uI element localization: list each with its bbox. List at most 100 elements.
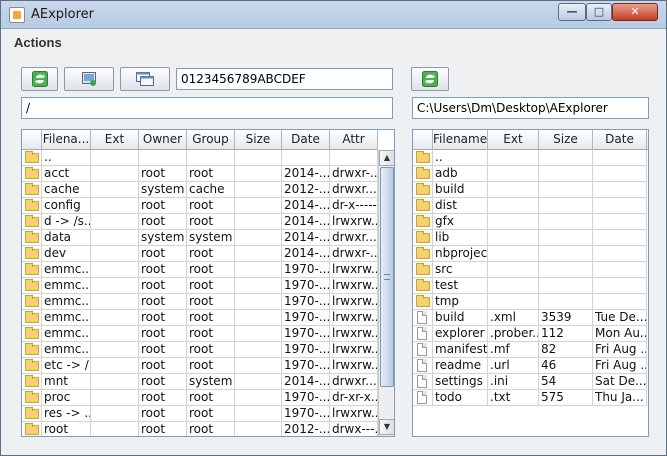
remote-path-input[interactable]: / — [21, 97, 393, 119]
table-row[interactable]: etc -> /... rootroot 1970-...lrwxrw... — [22, 358, 378, 374]
cell-size — [539, 294, 593, 310]
maximize-button[interactable]: □ — [586, 3, 612, 21]
table-row[interactable]: explorer .prober... 112 Mon Au... — [413, 326, 647, 342]
table-row[interactable]: mnt root system 2014-... drwxr... — [22, 374, 378, 390]
minimize-icon: — — [566, 5, 578, 18]
column-header-size[interactable]: Size — [539, 130, 593, 150]
folder-icon — [416, 231, 430, 243]
cell-name: tmp — [433, 294, 488, 310]
column-header-attr[interactable]: Attr — [330, 130, 378, 150]
menu-actions[interactable]: Actions — [14, 35, 62, 50]
vertical-scrollbar[interactable]: ▲ ▼ — [378, 150, 394, 436]
table-row[interactable]: emmc... root root 1970-... lrwxrw... — [22, 278, 378, 294]
table-row[interactable]: build .xml 3539 Tue De... — [413, 310, 647, 326]
icon-cell — [22, 374, 42, 390]
cell-name: emmc... — [42, 278, 91, 294]
cell-attr: drwxr... — [330, 182, 378, 198]
column-header-size[interactable]: Size — [235, 130, 282, 150]
column-header-group[interactable]: Group — [187, 130, 235, 150]
table-row[interactable]: test — [413, 278, 647, 294]
scroll-thumb[interactable] — [380, 167, 394, 387]
cell-date — [593, 166, 647, 182]
icon-cell — [22, 182, 42, 198]
icon-cell — [22, 246, 42, 262]
windows-icon — [136, 72, 154, 86]
close-icon: ✕ — [630, 5, 640, 18]
table-row[interactable]: cache system cache 2012-... drwxr... — [22, 182, 378, 198]
column-header-date[interactable]: Date — [282, 130, 330, 150]
cell-ext — [91, 246, 139, 262]
table-row[interactable]: .. — [413, 150, 647, 166]
icon-cell — [22, 422, 42, 436]
column-header-date[interactable]: Date — [593, 130, 647, 150]
table-row[interactable]: nbproject — [413, 246, 647, 262]
table-row[interactable]: emmc... root root 1970-... lrwxrw... — [22, 342, 378, 358]
cell-size — [235, 262, 282, 278]
table-row[interactable]: .. — [22, 150, 378, 166]
column-header-ext[interactable]: Ext — [91, 130, 139, 150]
cell-owner: root — [139, 358, 187, 374]
column-header-icon[interactable] — [413, 130, 433, 150]
screenshot-button[interactable] — [64, 67, 114, 91]
refresh-local-button[interactable] — [411, 67, 449, 91]
table-row[interactable]: emmc... root root 1970-... lrwxrw... — [22, 294, 378, 310]
cell-group: cache — [187, 182, 235, 198]
table-row[interactable]: dist — [413, 198, 647, 214]
refresh-remote-button[interactable] — [21, 67, 58, 91]
table-row[interactable]: build — [413, 182, 647, 198]
cell-size — [235, 246, 282, 262]
cell-size — [539, 150, 593, 166]
title-bar[interactable]: AExplorer — □ ✕ — [1, 1, 666, 29]
table-row[interactable]: emmc... root root 1970-... lrwxrw... — [22, 310, 378, 326]
cell-size — [235, 198, 282, 214]
table-row[interactable]: acct root root 2014-... drwxr-... — [22, 166, 378, 182]
cell-owner: system — [139, 230, 187, 246]
cell-name: settings — [433, 374, 488, 390]
cell-size — [235, 310, 282, 326]
table-row[interactable]: emmc... root root 1970-... lrwxrw... — [22, 326, 378, 342]
windows-button[interactable] — [120, 67, 170, 91]
table-row[interactable]: dev root root 2014-... drwxr-... — [22, 246, 378, 262]
cell-attr: drwx---... — [332, 422, 378, 436]
cell-date: 2014-... — [282, 374, 330, 390]
column-header-owner[interactable]: Owner — [139, 130, 187, 150]
hex-input[interactable]: 0123456789ABCDEF — [176, 68, 393, 90]
cell-date — [593, 214, 647, 230]
cell-attr: lrwxrw... — [330, 262, 378, 278]
table-row[interactable]: data system system 2014-... drwxr... — [22, 230, 378, 246]
table-row[interactable]: tmp — [413, 294, 647, 310]
cell-name: readme — [433, 358, 488, 374]
table-row[interactable]: rootrootroot2012-...drwx---... — [22, 422, 378, 436]
cell-name: root — [42, 422, 91, 436]
scroll-up-button[interactable]: ▲ — [379, 150, 394, 166]
column-header-icon[interactable] — [22, 130, 42, 150]
icon-cell — [22, 150, 42, 166]
table-row[interactable]: gfx — [413, 214, 647, 230]
table-row[interactable]: lib — [413, 230, 647, 246]
table-row[interactable]: settings .ini 54 Sat De... — [413, 374, 647, 390]
cell-name: config — [42, 198, 91, 214]
table-row[interactable]: emmc... root root 1970-... lrwxrw... — [22, 262, 378, 278]
scroll-down-button[interactable]: ▼ — [379, 419, 394, 435]
column-header-filename[interactable]: Filename — [433, 130, 488, 150]
table-row[interactable]: readme .url 46 Fri Aug ... — [413, 358, 647, 374]
table-row[interactable]: manifest .mf 82 Fri Aug ... — [413, 342, 647, 358]
table-row[interactable]: proc root root 1970-... dr-xr-x... — [22, 390, 378, 406]
table-row[interactable]: res -> ... root root 1970-... lrwxrw... — [22, 406, 378, 422]
cell-ext — [91, 214, 139, 230]
local-path-input[interactable]: C:\Users\Dm\Desktop\AExplorer — [412, 97, 649, 119]
cell-ext — [488, 294, 539, 310]
column-header-ext[interactable]: Ext — [488, 130, 539, 150]
table-row[interactable]: adb — [413, 166, 647, 182]
cell-date: 2014-... — [282, 198, 330, 214]
close-button[interactable]: ✕ — [612, 3, 658, 21]
column-header-filena[interactable]: Filena... — [42, 130, 91, 150]
table-row[interactable]: src — [413, 262, 647, 278]
table-row[interactable]: config root root 2014-... dr-x------ — [22, 198, 378, 214]
cell-owner: root — [139, 342, 187, 358]
table-row[interactable]: todo .txt 575 Thu Ja... — [413, 390, 647, 406]
minimize-button[interactable]: — — [558, 3, 586, 21]
cell-attr: drwxr-... — [330, 166, 378, 182]
cell-group: root — [187, 166, 235, 182]
table-row[interactable]: d -> /s... root root 2014-... lrwxrw... — [22, 214, 378, 230]
